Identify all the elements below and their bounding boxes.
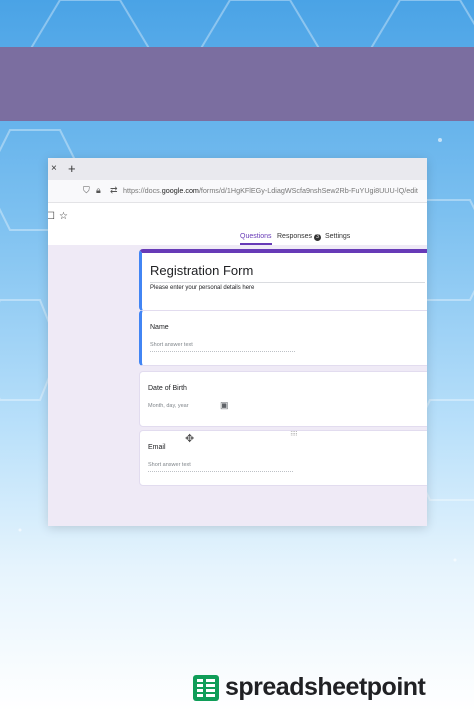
question-card-name[interactable]: Name Short answer text (139, 310, 427, 366)
forms-toolbar: ☐ ☆ Questions Responses 3 Settings (48, 203, 427, 245)
tab-responses-label: Responses (277, 233, 313, 240)
address-bar[interactable]: ⛉ 🔒︎ ⇄ https://docs.google.com/forms/d/1… (48, 180, 427, 203)
question-label: Date of Birth (148, 385, 187, 392)
permissions-icon: ⇄ (110, 185, 118, 195)
question-hint: Short answer text (150, 342, 193, 348)
form-title-card[interactable]: Registration Form Please enter your pers… (139, 249, 427, 311)
form-description[interactable]: Please enter your personal details here (150, 285, 254, 291)
close-tab-icon[interactable]: × (51, 163, 57, 174)
tab-questions[interactable]: Questions (240, 233, 272, 245)
browser-tab-bar: × + (48, 158, 427, 180)
tab-settings[interactable]: Settings (325, 233, 350, 240)
new-tab-icon[interactable]: + (68, 161, 76, 176)
brand-name: spreadsheetpoint (225, 673, 426, 701)
shield-icon: ⛉ (83, 185, 90, 195)
move-cursor-icon: ✥ (185, 433, 195, 445)
answer-underline (148, 471, 293, 472)
title-divider (150, 282, 425, 283)
answer-underline (150, 351, 295, 352)
url-text[interactable]: https://docs.google.com/forms/d/1HgKFlEG… (123, 186, 418, 195)
calendar-icon: ▣ (220, 400, 229, 410)
responses-count-badge: 3 (314, 234, 322, 241)
url-domain: google.com (161, 186, 199, 195)
question-label: Email (148, 444, 166, 451)
drag-handle-icon[interactable]: ⠿⠿ (290, 431, 298, 438)
lock-icon: 🔒︎ (96, 185, 101, 195)
star-icon[interactable]: ☆ (59, 211, 68, 222)
url-path: /forms/d/1HgKFlEGy-LdiagWScfa9nshSew2Rb-… (198, 186, 418, 195)
question-hint: Month, day, year (148, 403, 189, 409)
url-prefix: https://docs. (123, 186, 162, 195)
forms-screenshot: × + ⛉ 🔒︎ ⇄ https://docs.google.com/forms… (48, 158, 427, 526)
sheets-logo-icon (193, 674, 219, 701)
form-title[interactable]: Registration Form (150, 263, 253, 278)
question-card-email[interactable]: ⠿⠿ ✥ Email Short answer text (139, 430, 427, 486)
folder-icon[interactable]: ☐ (48, 211, 55, 222)
header-banner (0, 47, 474, 121)
question-hint: Short answer text (148, 462, 191, 468)
brand-logo: spreadsheetpoint (193, 673, 426, 702)
tab-responses[interactable]: Responses 3 (277, 233, 322, 241)
question-label: Name (150, 324, 169, 331)
question-card-dob[interactable]: Date of Birth Month, day, year ▣ (139, 371, 427, 427)
